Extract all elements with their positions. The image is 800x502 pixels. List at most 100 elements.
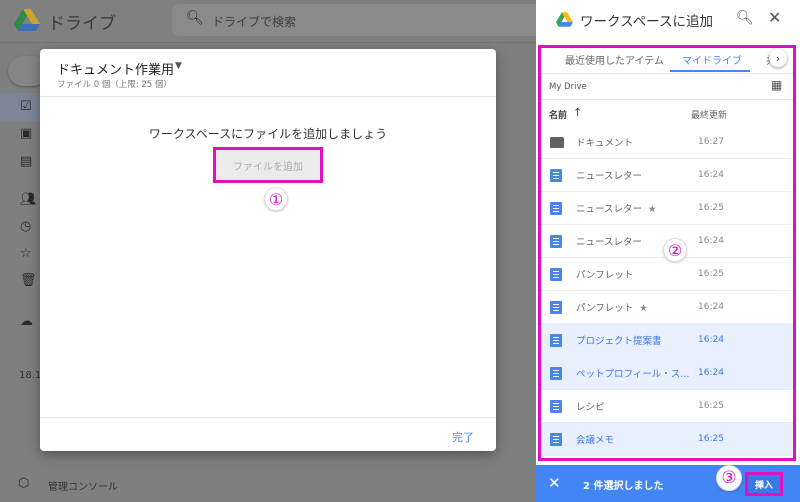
document-icon [550, 400, 562, 413]
storage-usage: 18.1 [19, 370, 42, 381]
computer-icon[interactable]: ▤ [20, 154, 32, 169]
document-icon [550, 202, 562, 215]
file-name-text: ニュースレター [576, 171, 643, 182]
selection-bar: ✕ 2 件選択しました ③ 挿入 [536, 465, 800, 502]
modified-time: 16:25 [698, 401, 724, 411]
file-name: 会議メモ [576, 432, 614, 446]
recent-icon[interactable]: ◷ [20, 219, 31, 234]
file-name-text: ドキュメント [576, 138, 634, 149]
divider [40, 96, 496, 97]
divider [541, 73, 793, 74]
workspace-title[interactable]: ドキュメント作業用 [57, 59, 174, 78]
divider [40, 417, 496, 418]
file-name-text: ニュースレター [576, 237, 643, 248]
file-name: レシピ [576, 399, 605, 413]
file-name-text: ペットプロフィール・ス... [576, 369, 690, 380]
modified-time: 16:24 [698, 335, 724, 345]
document-icon [550, 334, 562, 347]
file-row[interactable]: パンフレット ★ 16:24 [541, 291, 793, 324]
file-row[interactable]: ニュースレター ★ 16:25 [541, 192, 793, 225]
checkbox-icon[interactable]: ☑ [20, 99, 32, 114]
file-row[interactable]: プロジェクト提案書 16:24 [541, 324, 793, 357]
active-tab-indicator [670, 70, 750, 72]
file-name: ドキュメント [576, 135, 633, 149]
file-name: パンフレット ★ [576, 300, 648, 314]
file-name-text: プロジェクト提案書 [576, 336, 662, 347]
admin-console-icon: ⬡ [18, 476, 30, 491]
add-file-button[interactable]: ファイルを追加 [213, 147, 323, 183]
file-row[interactable]: レシピ 16:25 [541, 390, 793, 423]
file-row[interactable]: ドキュメント 16:27 [541, 126, 793, 159]
file-name: プロジェクト提案書 [576, 333, 662, 347]
empty-message: ワークスペースにファイルを追加しましょう [148, 127, 388, 141]
file-picker-highlight: 最近使用したアイテム マイドライブ 共有 › My Drive ▦ 名前 ↑ 最… [538, 45, 796, 461]
star-icon: ★ [648, 204, 657, 215]
file-name-text: レシピ [576, 402, 605, 413]
panel-title: ワークスペースに追加 [580, 14, 713, 30]
chevron-right-icon[interactable]: › [769, 49, 787, 67]
folder-icon [550, 137, 564, 148]
star-icon: ★ [639, 303, 648, 314]
workspace-dialog: ドキュメント作業用 ▼ ファイル 0 個（上限: 25 個） ワークスペースにフ… [40, 49, 496, 451]
document-icon [550, 367, 562, 380]
cloud-icon: ☁︎ [20, 314, 33, 329]
file-name: ニュースレター [576, 168, 642, 182]
file-row[interactable]: ニュースレター 16:24 [541, 159, 793, 192]
file-list: ドキュメント 16:27 ニュースレター 16:24 ニュースレター ★ 16:25 ニュース… [541, 126, 793, 456]
file-row[interactable]: 会議メモ 16:25 [541, 423, 793, 456]
shared-icon[interactable]: 👥︎ [20, 192, 37, 207]
column-modified[interactable]: 最終更新 [691, 108, 727, 121]
dropdown-caret-icon[interactable]: ▼ [175, 61, 182, 71]
document-icon [550, 235, 562, 248]
breadcrumb[interactable]: My Drive [549, 82, 587, 92]
modified-time: 16:24 [698, 236, 724, 246]
divider [541, 99, 793, 100]
star-icon[interactable]: ☆ [20, 246, 32, 261]
search-icon[interactable]: 🔍︎ [736, 10, 754, 26]
file-name-text: 会議メモ [576, 435, 615, 446]
drive-logo-icon [556, 12, 573, 27]
search-placeholder: ドライブで検索 [212, 15, 297, 29]
drive-logo-icon [14, 9, 40, 31]
tab-my-drive[interactable]: マイドライブ [682, 52, 742, 67]
modified-time: 16:24 [698, 170, 724, 180]
document-icon [550, 301, 562, 314]
trash-icon[interactable]: 🗑︎ [20, 273, 37, 288]
step-marker-1: ① [264, 187, 288, 211]
file-name-text: パンフレット [576, 303, 634, 314]
tab-recent[interactable]: 最近使用したアイテム [565, 52, 664, 67]
clear-selection-icon[interactable]: ✕ [548, 474, 561, 492]
modified-time: 16:25 [698, 434, 724, 444]
file-row[interactable]: ペットプロフィール・ス... 16:24 [541, 357, 793, 390]
step-marker-3: ③ [716, 465, 742, 491]
document-icon [550, 169, 562, 182]
selection-count: 2 件選択しました [583, 481, 664, 492]
file-name: パンフレット [576, 267, 633, 281]
insert-button[interactable]: 挿入 [745, 472, 783, 496]
search-input[interactable]: 🔍︎ ドライブで検索 [172, 4, 536, 36]
drive-icon[interactable]: ▣ [20, 126, 32, 141]
modified-time: 16:25 [698, 203, 724, 213]
add-to-workspace-panel: ワークスペースに追加 🔍︎ ✕ 最近使用したアイテム マイドライブ 共有 › M… [536, 0, 800, 502]
app-title: ドライブ [48, 14, 116, 34]
grid-view-icon[interactable]: ▦ [771, 78, 782, 92]
close-icon[interactable]: ✕ [768, 8, 781, 27]
document-icon [550, 433, 562, 446]
modified-time: 16:27 [698, 137, 724, 147]
file-count: ファイル 0 個（上限: 25 個） [57, 80, 172, 90]
file-name: ニュースレター ★ [576, 201, 657, 215]
modified-time: 16:24 [698, 302, 724, 312]
document-icon [550, 268, 562, 281]
file-name: ニュースレター [576, 234, 642, 248]
step-marker-2: ② [663, 238, 687, 262]
admin-console-link[interactable]: 管理コンソール [48, 478, 118, 493]
file-name-text: パンフレット [576, 270, 634, 281]
file-row[interactable]: パンフレット 16:25 [541, 258, 793, 291]
search-icon: 🔍︎ [186, 10, 204, 26]
modified-time: 16:24 [698, 368, 724, 378]
file-name-text: ニュースレター [576, 204, 643, 215]
done-button[interactable]: 完了 [452, 429, 474, 445]
file-name: ペットプロフィール・ス... [576, 366, 689, 380]
sort-arrow-icon[interactable]: ↑ [573, 106, 582, 119]
column-name[interactable]: 名前 [549, 108, 567, 121]
